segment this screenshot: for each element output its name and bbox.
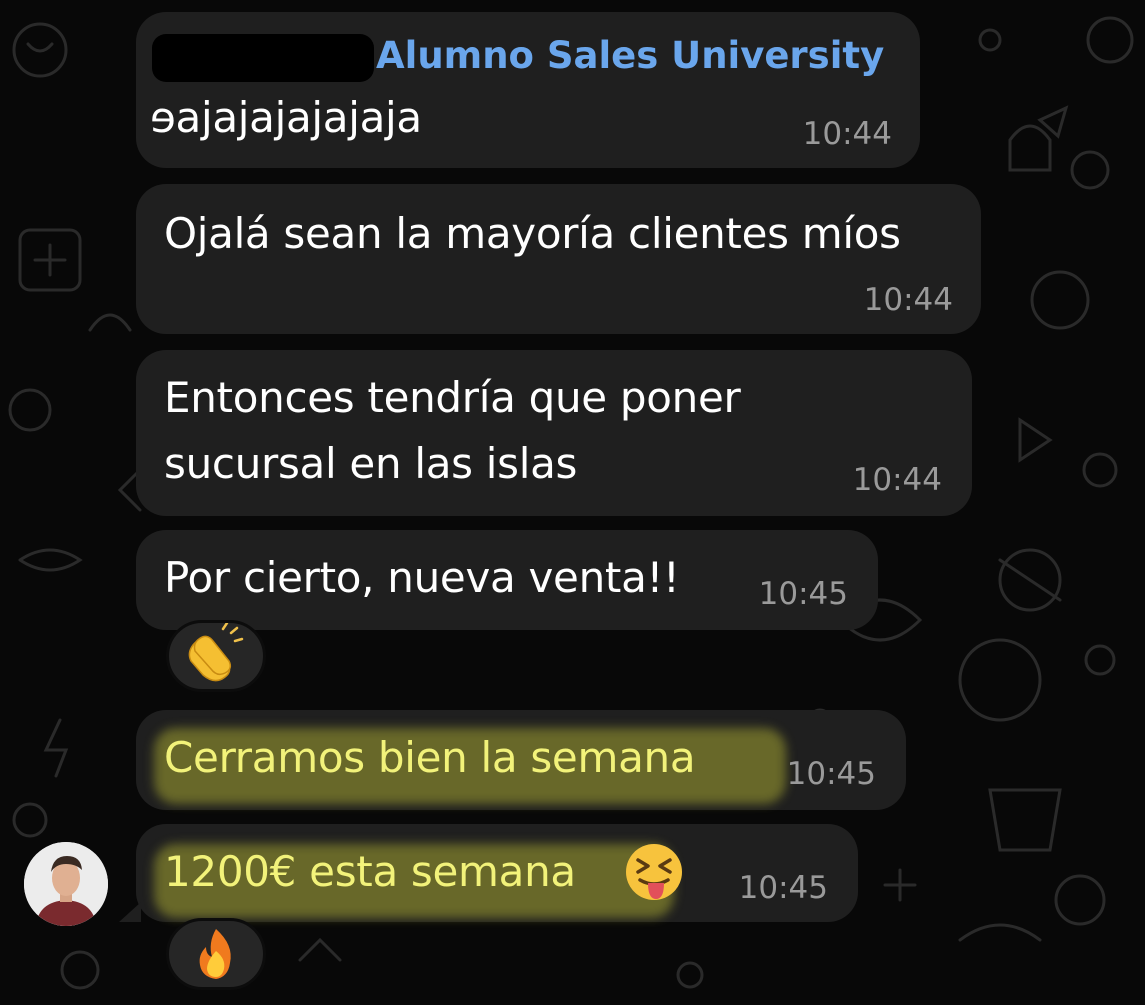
message-text: Ojalá sean la mayoría clientes míos: [164, 209, 901, 258]
message-text-line-1: Entonces tendría que poner: [164, 373, 741, 422]
message-bubble[interactable]: Por cierto, nueva venta!! 10:45: [136, 530, 878, 630]
sender-avatar[interactable]: [24, 842, 108, 926]
message-bubble[interactable]: Cerramos bien la semana 10:45: [136, 710, 906, 810]
reaction-fire[interactable]: [166, 918, 266, 990]
message-text: Por cierto, nueva venta!!: [164, 553, 680, 602]
clapping-hands-icon: [188, 621, 244, 682]
redacted-name: [152, 34, 374, 82]
message-time: 10:44: [852, 462, 942, 498]
message-text: 1200€ esta semana: [164, 847, 576, 896]
bubble-tail: [119, 902, 141, 922]
message-bubble[interactable]: Alumno Sales University ɘajajajajajaja 1…: [136, 12, 920, 168]
message-bubble[interactable]: Entonces tendría que poner sucursal en l…: [136, 350, 972, 516]
message-time: 10:45: [786, 756, 876, 792]
message-bubble[interactable]: Ojalá sean la mayoría clientes míos 10:4…: [136, 184, 981, 334]
avatar-image: [24, 842, 108, 926]
squinting-tongue-face-icon: [626, 844, 682, 900]
message-text: Cerramos bien la semana: [164, 733, 696, 782]
message-bubble[interactable]: 1200€ esta semana 10:45: [136, 824, 858, 922]
message-time: 10:45: [758, 576, 848, 612]
message-time: 10:44: [863, 282, 953, 318]
reaction-clap[interactable]: [166, 620, 266, 692]
sender-name[interactable]: Alumno Sales University: [376, 34, 884, 77]
message-text: ɘajajajajajaja: [150, 93, 422, 142]
message-text-line-2: sucursal en las islas: [164, 439, 578, 488]
message-time: 10:45: [738, 870, 828, 906]
message-time: 10:44: [802, 116, 892, 152]
fire-icon: [199, 929, 231, 979]
